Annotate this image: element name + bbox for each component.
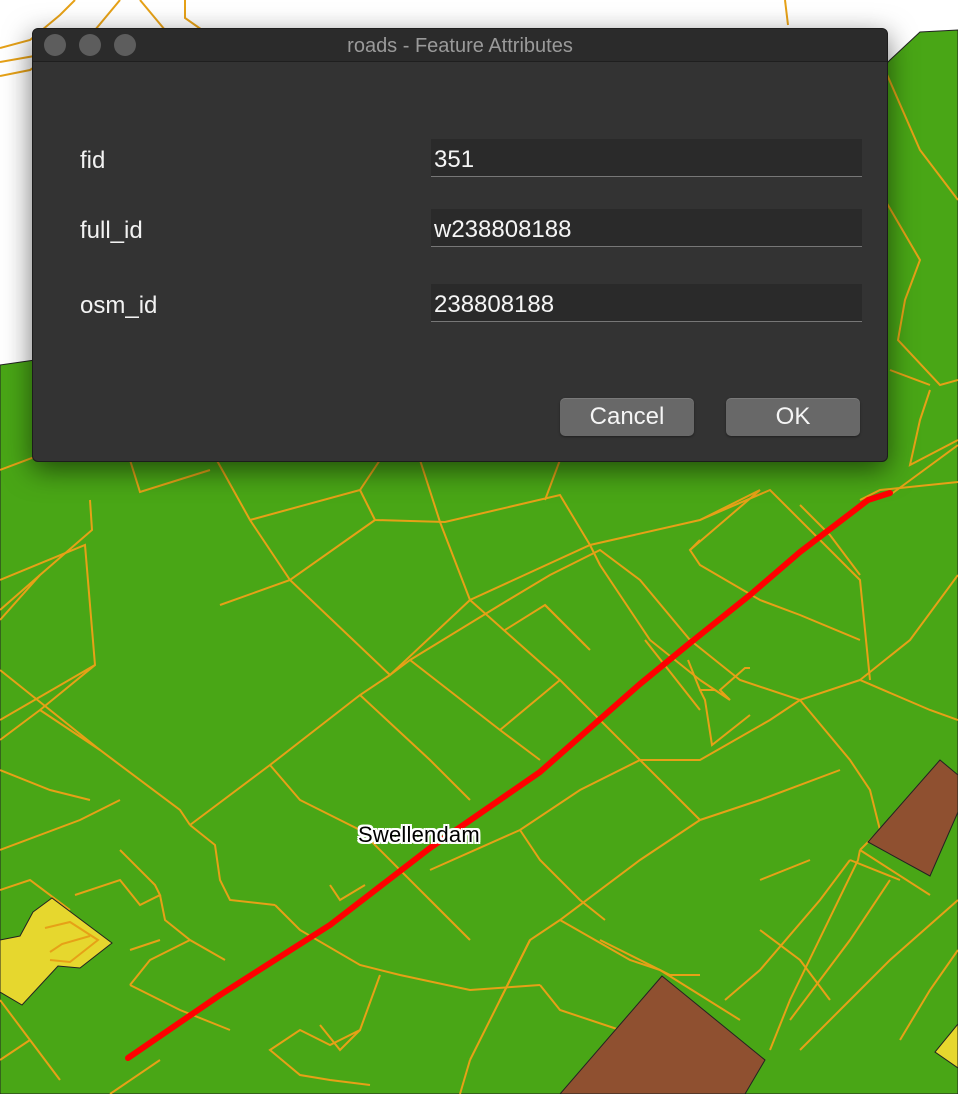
- field-row-fid: fid: [33, 139, 887, 179]
- fid-input[interactable]: [431, 139, 862, 177]
- field-row-osm-id: osm_id: [33, 284, 887, 324]
- osm-id-input[interactable]: [431, 284, 862, 322]
- place-label: Swellendam: [358, 822, 480, 847]
- feature-attributes-dialog: roads - Feature Attributes fid full_id o…: [32, 28, 888, 462]
- cancel-button[interactable]: Cancel: [560, 398, 694, 436]
- field-row-full-id: full_id: [33, 209, 887, 249]
- field-label-osm-id: osm_id: [80, 292, 158, 319]
- attribute-fields-scroll-area[interactable]: fid full_id osm_id osm_type: [33, 62, 887, 356]
- ok-button[interactable]: OK: [726, 398, 860, 436]
- full-id-input[interactable]: [431, 209, 862, 247]
- field-label-full-id: full_id: [80, 217, 143, 244]
- dialog-title: roads - Feature Attributes: [347, 35, 573, 57]
- field-label-fid: fid: [80, 147, 106, 174]
- dialog-titlebar[interactable]: roads - Feature Attributes: [33, 29, 887, 62]
